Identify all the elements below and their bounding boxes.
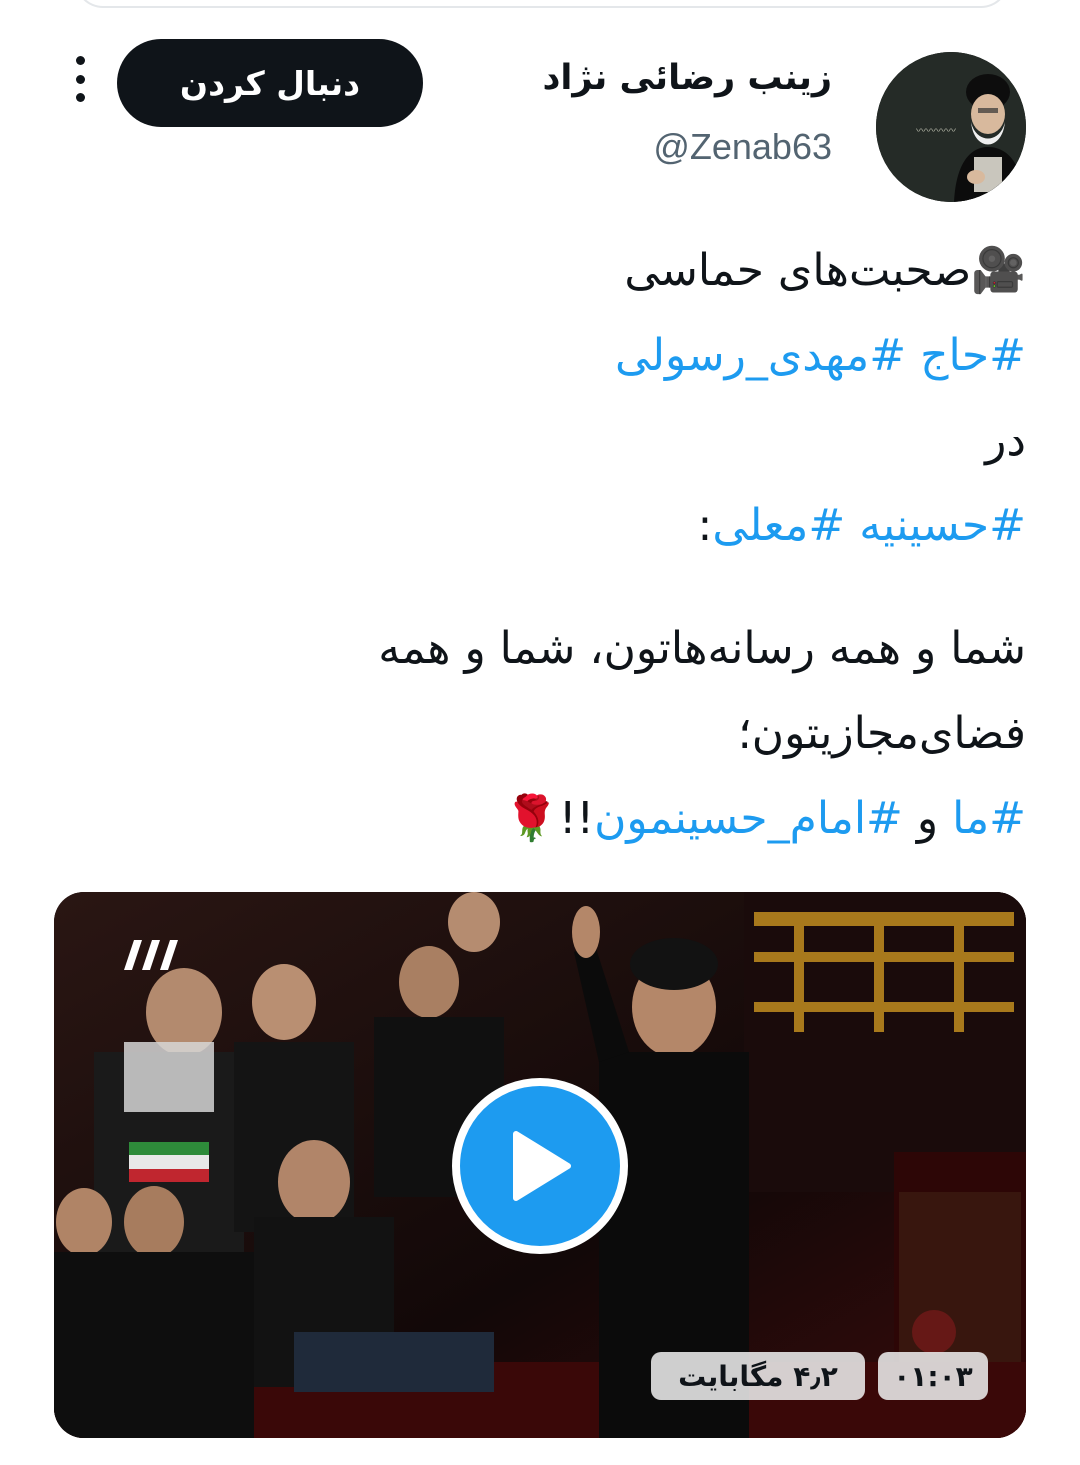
more-options-icon[interactable]	[66, 56, 94, 102]
tweet-text: 🎥صحبت‌های حماسی #حاج #مهدی_رسولی در #حسی…	[54, 228, 1026, 861]
tweet-line-1: 🎥صحبت‌های حماسی	[54, 228, 1026, 313]
follow-button[interactable]: دنبال کردن	[117, 39, 423, 127]
tweet-text-segment: !!	[558, 793, 595, 844]
hashtag-link[interactable]: #معلی	[712, 500, 845, 551]
tweet-line-7: #ما و #امام_حسینمون!!🌹	[54, 776, 1026, 861]
tweet-line-5: شما و همه رسانه‌هاتون، شما و همه	[378, 623, 1026, 674]
tweet-text-segment: صحبت‌های حماسی	[624, 245, 972, 296]
play-button[interactable]	[452, 1078, 628, 1254]
tweet-text-segment: :	[697, 500, 713, 551]
avatar-portrait-image: 〰〰〰〰	[876, 52, 1026, 202]
hashtag-link[interactable]: #حسینیه	[859, 500, 1026, 551]
author-name[interactable]: زینب رضائی نژاد	[542, 58, 832, 98]
movie-camera-icon: 🎥	[971, 245, 1026, 296]
tweet-line-4: #حسینیه #معلی:	[54, 483, 1026, 568]
tweet-text-segment: و	[916, 793, 939, 844]
previous-tweet-card-edge	[75, 0, 1009, 8]
play-icon	[513, 1131, 571, 1201]
svg-text:〰〰〰〰: 〰〰〰〰	[916, 126, 956, 137]
tweet-line-3: در	[985, 415, 1026, 466]
author-handle[interactable]: @Zenab63	[653, 126, 832, 168]
tweet-line-2: #حاج #مهدی_رسولی	[54, 313, 1026, 398]
tweet-line-6: فضای‌مجازیتون؛	[737, 708, 1026, 759]
hashtag-link[interactable]: #ما	[952, 793, 1026, 844]
rose-icon: 🌹	[504, 793, 559, 844]
hashtag-link[interactable]: #امام_حسینمون	[594, 793, 903, 844]
hashtag-link[interactable]: #حاج	[920, 330, 1026, 381]
hashtag-link[interactable]: #مهدی_رسولی	[615, 330, 906, 381]
duration-badge: ۰۱:۰۳	[878, 1352, 988, 1400]
avatar[interactable]: 〰〰〰〰	[876, 52, 1026, 202]
file-size-badge: ۴٫۲ مگابایت	[651, 1352, 865, 1400]
